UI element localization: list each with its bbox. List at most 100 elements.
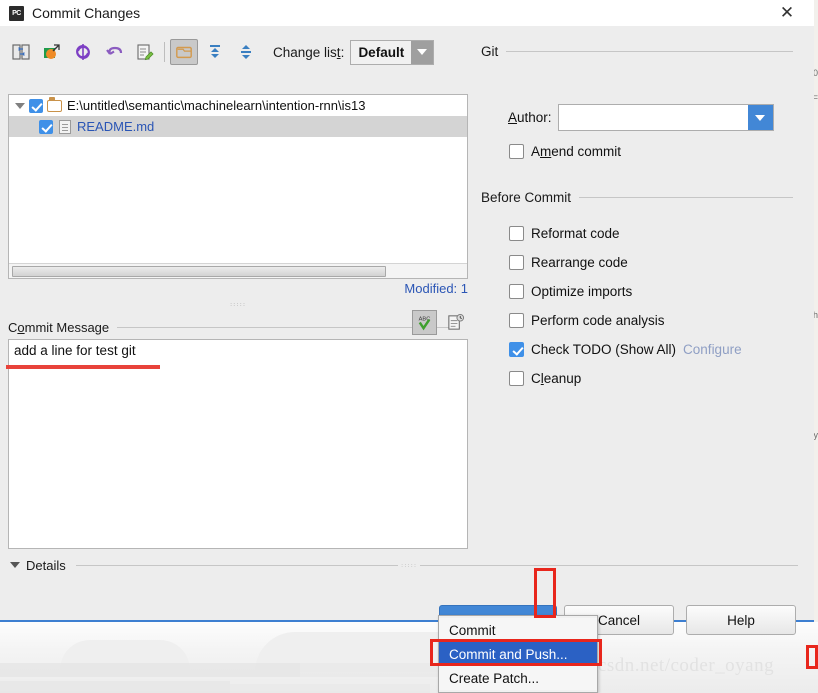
move-to-changelist-icon[interactable] — [38, 39, 66, 65]
details-section[interactable]: Details ::::: — [8, 556, 798, 574]
folder-icon — [47, 97, 62, 112]
changelist-label-tail: : — [340, 44, 345, 60]
checkbox-root[interactable] — [29, 98, 43, 113]
commit-message-tools: ABC — [406, 310, 468, 335]
author-field[interactable] — [558, 105, 748, 130]
chevron-down-icon[interactable] — [13, 102, 27, 109]
git-group-rule — [506, 51, 793, 52]
splitter-grip: ::::: — [229, 301, 247, 307]
option-rearrange-code[interactable]: Rearrange code — [509, 255, 628, 270]
option-optimize-imports[interactable]: Optimize imports — [509, 284, 632, 299]
tree-file-name: README.md — [77, 119, 155, 134]
tree-root-path: E:\untitled\semantic\machinelearn\intent… — [67, 98, 366, 113]
before-commit-group-header: Before Commit — [481, 190, 793, 205]
amend-mnemonic: m — [540, 144, 552, 159]
menu-item-create-patch[interactable]: Create Patch... — [439, 666, 597, 690]
checkbox-cleanup[interactable] — [509, 371, 524, 386]
toolbar-separator — [164, 42, 165, 62]
checkbox-reformat-code[interactable] — [509, 226, 524, 241]
bg-shape-6 — [230, 684, 430, 693]
expand-all-icon[interactable] — [201, 39, 229, 65]
option-cleanup[interactable]: Cleanup — [509, 371, 581, 386]
scrollbar-thumb[interactable] — [12, 266, 386, 277]
dialog-body: Change list: Default E:\untitled\semanti… — [0, 26, 814, 635]
cleanup-mnemonic: l — [540, 371, 544, 386]
checkbox-check-todo[interactable] — [509, 342, 524, 357]
show-diff-icon[interactable] — [7, 39, 35, 65]
close-icon[interactable]: ✕ — [772, 0, 802, 26]
amend-commit-row[interactable]: Amend commit — [509, 144, 621, 159]
chevron-down-icon[interactable] — [411, 40, 434, 64]
changes-toolbar: Change list: Default — [7, 38, 435, 66]
commit-changes-dialog: PC Commit Changes ✕ Change list: Default… — [0, 0, 814, 635]
author-label: Author: — [508, 110, 552, 125]
help-button-label: Help — [727, 612, 755, 628]
option-perform-code-analysis[interactable]: Perform code analysis — [509, 313, 665, 328]
background-text-4: y — [813, 430, 818, 440]
cm-label-mnemonic: o — [17, 319, 25, 335]
chevron-down-icon[interactable] — [8, 562, 22, 568]
git-group-header: Git — [481, 44, 793, 59]
changelist-label-head: Change lis — [273, 44, 337, 60]
pycharm-icon: PC — [9, 5, 24, 21]
changelist-dropdown[interactable]: Default — [350, 39, 435, 65]
cancel-button-label: Cancel — [597, 612, 641, 628]
tree-row-file[interactable]: README.md — [9, 116, 467, 137]
help-button[interactable]: Help — [686, 605, 796, 635]
changes-file-tree[interactable]: E:\untitled\semantic\machinelearn\intent… — [8, 94, 468, 279]
checkbox-perform-code-analysis[interactable] — [509, 313, 524, 328]
tree-row-root[interactable]: E:\untitled\semantic\machinelearn\intent… — [9, 95, 467, 116]
vertical-splitter[interactable]: ::::: — [8, 300, 468, 308]
option-label-cleanup: Cleanup — [531, 371, 582, 386]
commit-message-label: Commit Message — [8, 320, 109, 335]
cm-label-tail: mmit Message — [24, 319, 110, 335]
checkbox-readme[interactable] — [39, 119, 53, 134]
git-group-label: Git — [481, 44, 499, 59]
revert-icon[interactable] — [100, 39, 128, 65]
amend-commit-label: Amend commit — [531, 144, 622, 159]
spellcheck-abc-icon[interactable]: ABC — [412, 310, 437, 335]
checkbox-amend-commit[interactable] — [509, 144, 524, 159]
menu-item-commit-and-push-label: Commit and Push... — [449, 646, 568, 662]
checkbox-rearrange-code[interactable] — [509, 255, 524, 270]
edit-source-icon[interactable] — [131, 39, 159, 65]
page-title: Commit Changes — [32, 5, 141, 21]
details-label: Details — [26, 557, 66, 573]
option-label-reformat-code: Reformat code — [531, 226, 620, 241]
option-label-check-todo: Check TODO (Show All) — [531, 342, 677, 357]
modified-status-wrap: Modified: 1 — [8, 281, 468, 296]
file-icon — [59, 119, 71, 134]
option-check-todo[interactable]: Check TODO (Show All) Configure — [509, 342, 742, 357]
changelist-value: Default — [351, 40, 412, 64]
menu-item-commit-label: Commit — [449, 622, 496, 638]
menu-item-create-patch-label: Create Patch... — [449, 670, 540, 686]
author-row: Author: — [508, 104, 774, 131]
menu-item-commit[interactable]: Commit — [439, 618, 597, 642]
refresh-icon[interactable] — [69, 39, 97, 65]
collapse-all-icon[interactable] — [232, 39, 260, 65]
bg-shape-3 — [0, 663, 300, 677]
commit-message-text: add a line for test git — [14, 343, 136, 358]
details-grip[interactable]: ::::: — [398, 562, 421, 568]
option-label-optimize-imports: Optimize imports — [531, 284, 633, 299]
author-combo[interactable] — [557, 104, 774, 131]
configure-link[interactable]: Configure — [683, 342, 742, 357]
commit-dropdown-menu[interactable]: Commit Commit and Push... Create Patch..… — [438, 615, 598, 693]
commit-message-input[interactable]: add a line for test git — [8, 339, 468, 549]
bg-shape-5 — [0, 681, 230, 693]
group-by-directory-icon[interactable] — [170, 39, 198, 65]
before-commit-label: Before Commit — [481, 190, 572, 205]
option-label-perform-code-analysis: Perform code analysis — [531, 313, 665, 328]
menu-item-commit-and-push[interactable]: Commit and Push... — [439, 642, 597, 666]
spell-error-underline — [6, 365, 160, 369]
before-commit-rule — [579, 197, 793, 198]
cm-label-head: C — [8, 319, 18, 335]
option-reformat-code[interactable]: Reformat code — [509, 226, 620, 241]
dialog-titlebar: PC Commit Changes ✕ — [0, 0, 814, 26]
chevron-down-icon[interactable] — [747, 105, 773, 130]
details-rule — [75, 564, 798, 566]
tree-horizontal-scrollbar[interactable] — [9, 263, 467, 278]
status-badge: Modified: 1 — [404, 281, 468, 296]
commit-history-icon[interactable] — [443, 310, 468, 335]
checkbox-optimize-imports[interactable] — [509, 284, 524, 299]
